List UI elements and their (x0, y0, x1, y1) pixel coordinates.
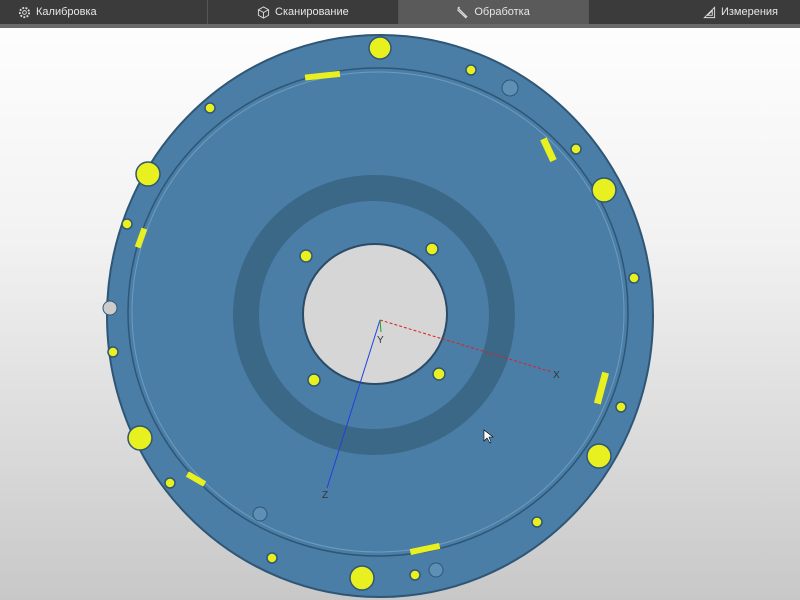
tab-label: Сканирование (275, 6, 349, 18)
cube-icon (257, 5, 270, 19)
tab-label: Калибровка (36, 6, 97, 18)
tab-label: Обработка (474, 6, 530, 18)
3d-viewport[interactable]: X Y Z (0, 28, 800, 600)
axis-x-label: X (553, 370, 560, 381)
tab-calibration[interactable]: Калибровка (0, 0, 209, 24)
triangle-ruler-icon (703, 5, 716, 18)
tab-processing[interactable]: Обработка (398, 0, 589, 24)
axis-y-label: Y (377, 335, 384, 346)
mode-tabs: Калибровка Сканирование Обработка Измере… (0, 0, 800, 24)
axis-z-label: Z (322, 490, 328, 501)
center-bore (302, 243, 448, 385)
tab-scanning[interactable]: Сканирование (208, 0, 399, 24)
pencil-icon (457, 6, 468, 19)
tab-label: Измерения (720, 6, 778, 18)
tab-measurements[interactable]: Измерения (589, 0, 800, 24)
gear-icon (18, 6, 31, 18)
